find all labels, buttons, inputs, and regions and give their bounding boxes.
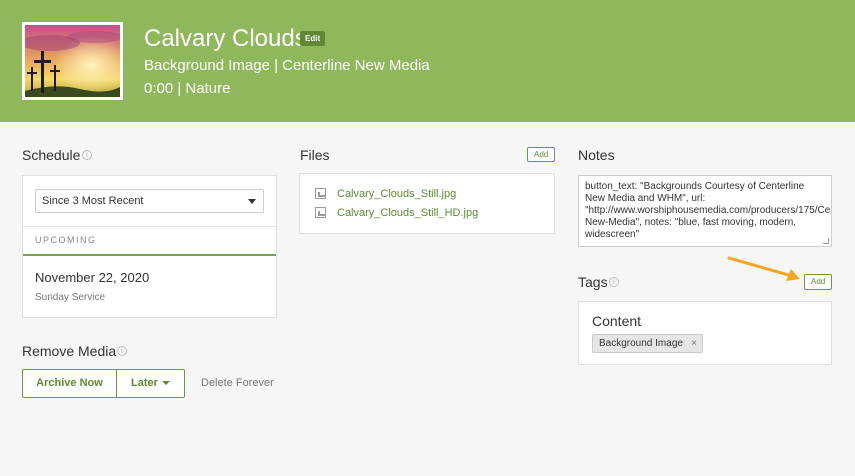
upcoming-label: UPCOMING: [35, 235, 97, 245]
media-subtitle: Background Image | Centerline New Media: [144, 57, 430, 74]
schedule-info-icon[interactable]: i: [82, 150, 92, 160]
schedule-divider: [23, 226, 276, 227]
image-file-icon: [315, 207, 326, 218]
files-heading: Files: [300, 147, 330, 163]
archive-now-button[interactable]: Archive Now: [23, 370, 116, 397]
media-duration-category: 0:00 | Nature: [144, 80, 231, 97]
remove-media-info-icon[interactable]: i: [117, 346, 127, 356]
caret-down-icon: [161, 381, 170, 386]
remove-tag-icon[interactable]: ×: [691, 335, 697, 352]
file-name: Calvary_Clouds_Still_HD.jpg: [337, 207, 479, 219]
upcoming-underline: [23, 254, 276, 256]
file-name: Calvary_Clouds_Still.jpg: [337, 188, 457, 200]
edit-title-button[interactable]: Edit: [300, 31, 326, 46]
calvary-thumbnail-image: [25, 25, 120, 97]
media-header: Calvary Clouds Edit Background Image | C…: [0, 0, 855, 122]
schedule-heading: Schedule: [22, 147, 81, 163]
schedule-range-selected: Since 3 Most Recent: [42, 195, 144, 207]
tag-chip-label: Background Image: [599, 338, 683, 349]
media-title: Calvary Clouds: [144, 25, 307, 52]
image-file-icon: [315, 188, 326, 199]
tag-chip: Background Image ×: [592, 334, 703, 353]
annotation-arrow-icon: [727, 256, 800, 281]
tags-info-icon[interactable]: i: [609, 277, 619, 287]
media-thumbnail: [22, 22, 123, 100]
notes-text: button_text: "Backgrounds Courtesy of Ce…: [585, 181, 832, 240]
add-file-button[interactable]: Add: [527, 147, 556, 162]
files-card: [299, 173, 555, 234]
notes-heading: Notes: [578, 147, 615, 163]
delete-forever-link[interactable]: Delete Forever: [201, 377, 274, 389]
tag-group-title: Content: [592, 313, 642, 329]
schedule-range-select[interactable]: Since 3 Most Recent: [35, 189, 264, 213]
upcoming-event-name: Sunday Service: [35, 292, 106, 303]
remove-media-heading: Remove Media: [22, 343, 117, 359]
chevron-down-icon: [248, 199, 256, 204]
add-tag-button[interactable]: Add: [804, 274, 833, 290]
upcoming-event-date: November 22, 2020: [35, 270, 150, 285]
resize-handle-icon[interactable]: [823, 238, 829, 244]
archive-button-group: Archive Now Later: [22, 369, 185, 398]
notes-textarea[interactable]: button_text: "Backgrounds Courtesy of Ce…: [578, 175, 832, 247]
tags-heading: Tags: [578, 274, 608, 290]
tags-card: [578, 301, 832, 365]
archive-later-dropdown[interactable]: Later: [117, 370, 184, 397]
archive-later-label: Later: [131, 377, 158, 389]
